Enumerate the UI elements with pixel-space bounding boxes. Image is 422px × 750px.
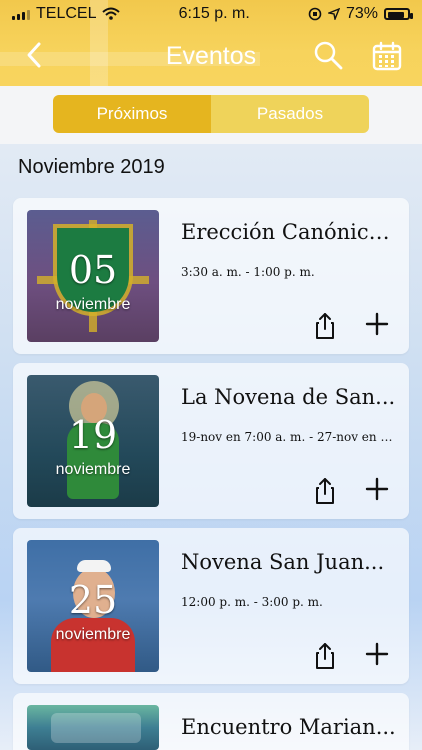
status-time: 6:15 p. m. — [178, 5, 250, 22]
event-thumbnail: 19 noviembre — [27, 375, 159, 507]
event-time: 12:00 p. m. - 3:00 p. m. — [181, 595, 323, 609]
navigation-bar: Eventos — [0, 34, 422, 78]
event-month: noviembre — [55, 461, 131, 478]
battery-icon — [384, 8, 413, 20]
event-card[interactable]: Encuentro Marian... — [13, 693, 409, 750]
event-thumbnail: 25 noviembre — [27, 540, 159, 672]
event-month: noviembre — [55, 296, 131, 313]
share-icon[interactable] — [313, 642, 337, 670]
event-title: La Novena de San... — [181, 385, 396, 409]
plus-icon[interactable] — [365, 477, 389, 501]
back-button[interactable] — [22, 40, 48, 70]
status-left: TELCEL — [12, 5, 121, 23]
plus-icon[interactable] — [365, 642, 389, 666]
event-title: Novena San Juan... — [181, 550, 385, 574]
search-icon[interactable] — [313, 40, 343, 70]
top-bar: TELCEL 6:15 p. m. 73% Eventos — [0, 0, 422, 86]
plus-icon[interactable] — [365, 312, 389, 336]
event-time: 3:30 a. m. - 1:00 p. m. — [181, 265, 315, 279]
location-icon — [327, 8, 340, 20]
page-title: Eventos — [165, 41, 257, 70]
carrier-label: TELCEL — [36, 5, 97, 22]
event-title: Erección Canónica... — [181, 220, 396, 244]
event-card[interactable]: 25 noviembre Novena San Juan... 12:00 p.… — [13, 528, 409, 684]
status-right: 73% — [308, 5, 413, 23]
event-time: 19-nov en 7:00 a. m. - 27-nov en 10:... — [181, 430, 396, 444]
event-card[interactable]: 05 noviembre Erección Canónica... 3:30 a… — [13, 198, 409, 354]
section-title: Noviembre 2019 — [18, 156, 165, 178]
calendar-icon[interactable] — [372, 41, 402, 71]
status-bar: TELCEL 6:15 p. m. 73% — [0, 0, 422, 28]
event-month: noviembre — [55, 626, 131, 643]
event-day: 25 — [68, 578, 118, 622]
tab-proximos[interactable]: Próximos — [53, 95, 211, 133]
event-title: Encuentro Marian... — [181, 715, 396, 739]
event-card[interactable]: 19 noviembre La Novena de San... 19-nov … — [13, 363, 409, 519]
event-thumbnail — [27, 705, 159, 750]
segmented-control: Próximos Pasados — [53, 95, 369, 133]
tab-bar-container: Próximos Pasados — [0, 86, 422, 144]
signal-icon — [12, 8, 30, 20]
tab-pasados[interactable]: Pasados — [211, 95, 369, 133]
event-day: 05 — [68, 248, 118, 292]
share-icon[interactable] — [313, 312, 337, 340]
share-icon[interactable] — [313, 477, 337, 505]
battery-percent: 73% — [345, 5, 378, 22]
event-day: 19 — [68, 413, 118, 457]
orientation-lock-icon — [308, 7, 322, 21]
wifi-icon — [102, 7, 121, 20]
event-thumbnail: 05 noviembre — [27, 210, 159, 342]
